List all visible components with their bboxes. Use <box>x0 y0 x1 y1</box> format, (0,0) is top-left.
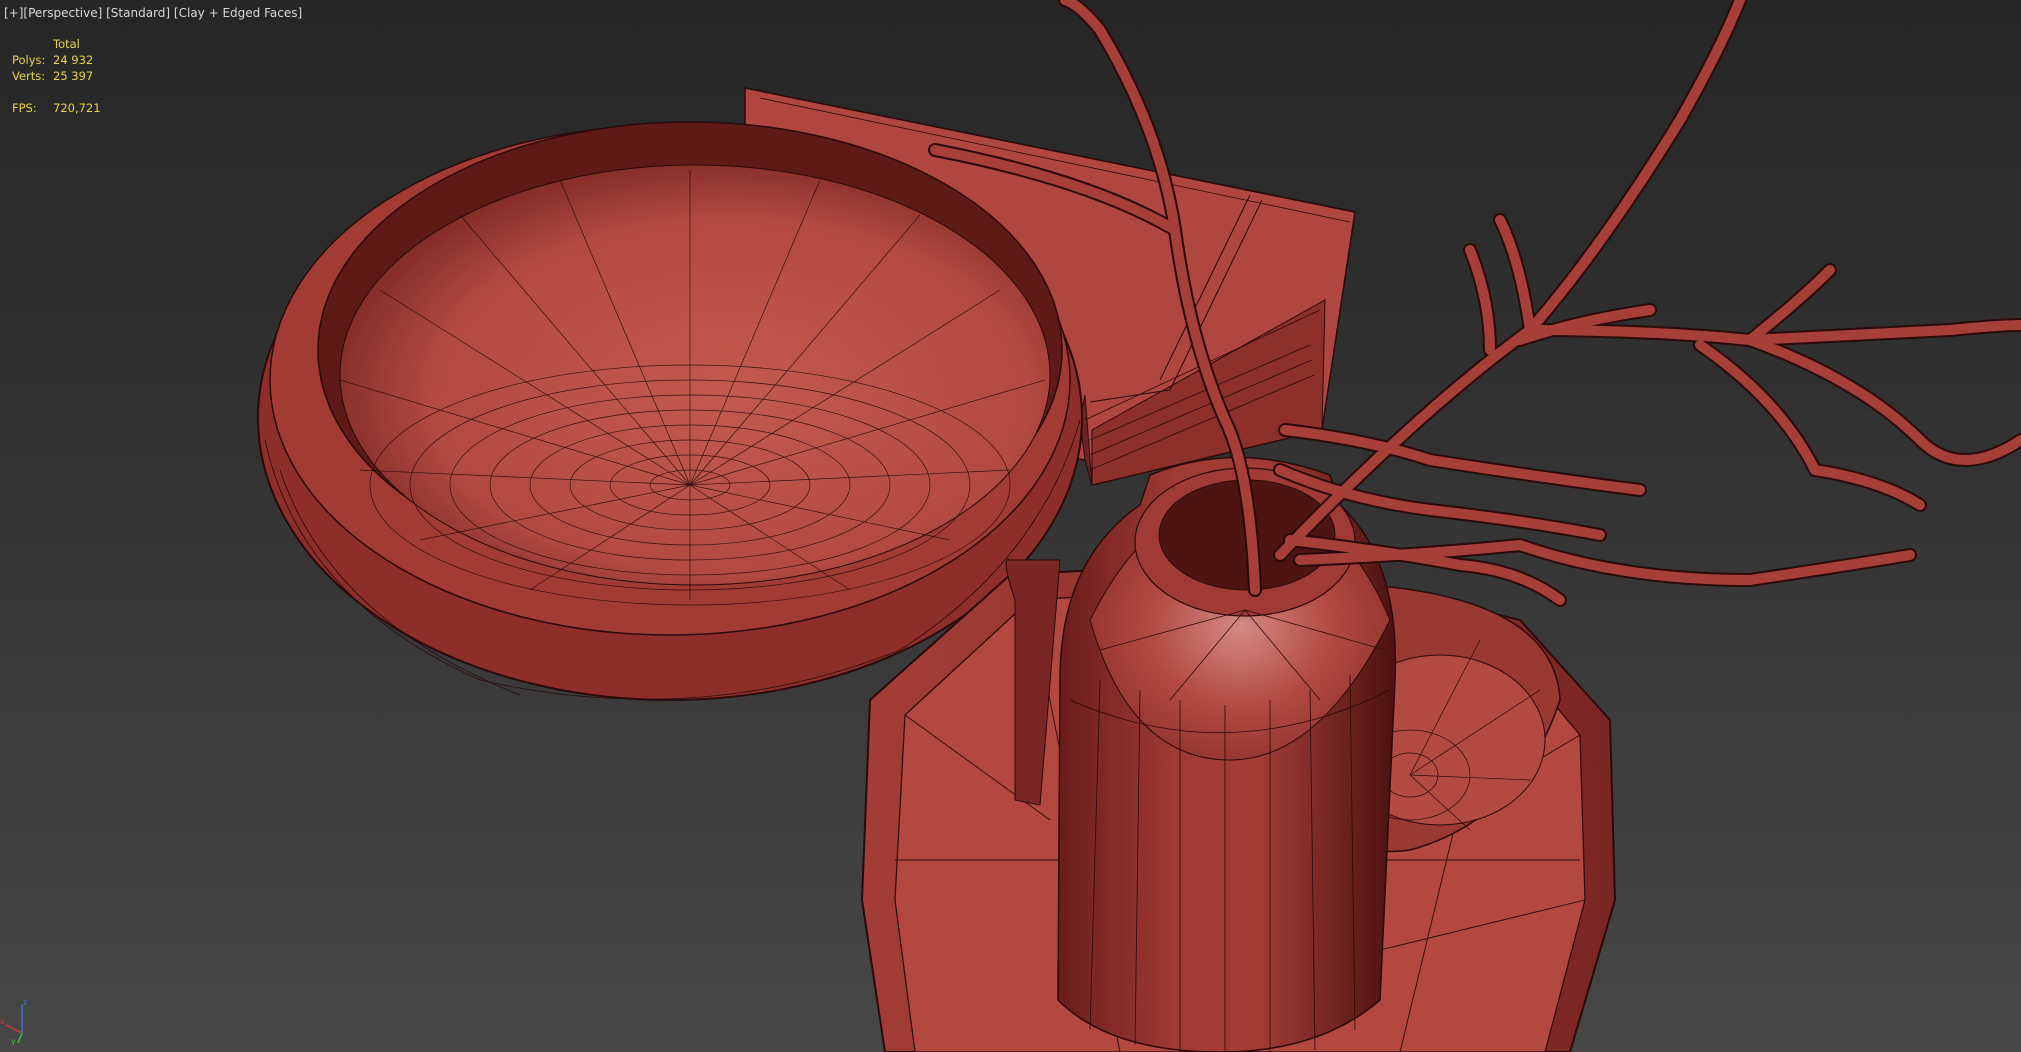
woven-basket[interactable] <box>257 121 1083 701</box>
perspective-viewport[interactable]: [+][Perspective] [Standard] [Clay + Edge… <box>0 0 2021 1052</box>
viewport-label: [+][Perspective] [Standard] [Clay + Edge… <box>4 6 302 20</box>
y-axis-label: y <box>11 1037 16 1045</box>
stats-header: Total <box>53 37 80 51</box>
x-axis-label: x <box>0 1017 5 1026</box>
z-axis-label: z <box>23 998 27 1007</box>
viewport-shading-preset-menu[interactable]: [Standard] <box>106 6 170 20</box>
verts-value: 25 397 <box>53 69 94 83</box>
polys-value: 24 932 <box>53 53 94 67</box>
y-axis-line <box>17 1032 23 1044</box>
polys-label: Polys: <box>12 53 46 67</box>
viewport-menu-plus[interactable]: [+] <box>4 6 23 20</box>
scene-render[interactable] <box>0 0 2021 1052</box>
viewport-display-mode-menu[interactable]: [Clay + Edged Faces] <box>174 6 302 20</box>
fps-value: 720,721 <box>53 101 101 115</box>
statistics-overlay: Total Polys: 24 932 Verts: 25 397 FPS: 720,… <box>12 36 173 116</box>
axis-gizmo: z x y <box>0 998 27 1045</box>
x-axis-line <box>5 1024 23 1034</box>
viewport-point-of-view-menu[interactable]: [Perspective] <box>23 6 102 20</box>
verts-label: Verts: <box>12 69 46 83</box>
fps-label: FPS: <box>12 101 37 115</box>
